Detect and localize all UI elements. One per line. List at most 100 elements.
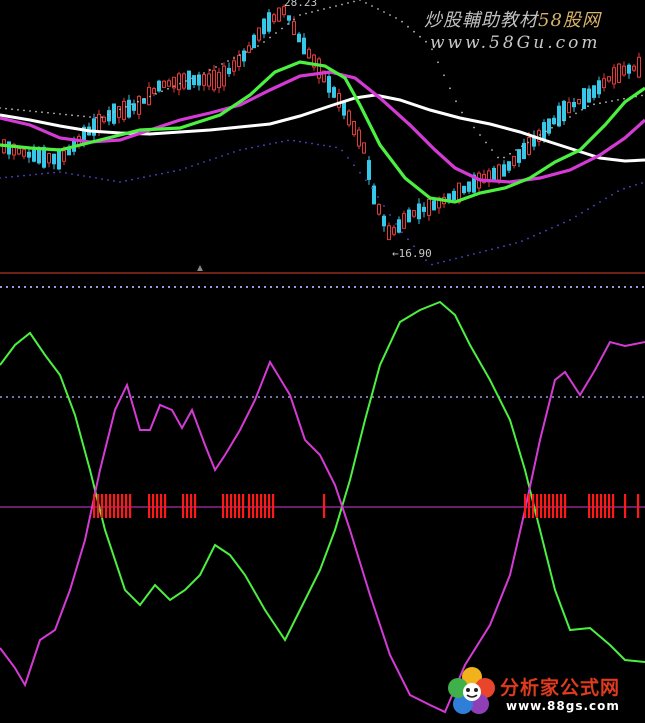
envelope-dot: [239, 149, 241, 151]
candle-body: [392, 227, 396, 235]
envelope-dot: [593, 103, 595, 106]
envelope-dot: [581, 108, 583, 111]
signal-bar: [93, 494, 96, 518]
envelope-dot: [365, 2, 367, 4]
signal-bar: [238, 494, 241, 518]
envelope-dot: [305, 141, 307, 144]
candle-body: [217, 71, 221, 89]
candle-body: [552, 117, 556, 125]
envelope-dot: [53, 171, 55, 174]
envelope-dot: [389, 14, 391, 16]
envelope-dot: [257, 45, 259, 47]
envelope-dot: [557, 224, 559, 227]
envelope-dot: [179, 169, 181, 171]
candle-body: [232, 60, 236, 72]
signal-bar: [156, 494, 159, 518]
envelope-dot: [569, 116, 571, 118]
candle-body: [122, 100, 126, 120]
candle-body: [112, 103, 116, 124]
envelope-dot: [581, 211, 583, 214]
envelope-dot: [221, 63, 223, 65]
envelope-dot: [299, 140, 301, 143]
envelope-dot: [401, 20, 403, 23]
signal-bar: [624, 494, 627, 518]
signal-bar: [560, 494, 563, 518]
envelope-dot: [449, 259, 451, 261]
envelope-dot: [65, 172, 67, 174]
envelope-dot: [197, 163, 199, 165]
signal-bar: [230, 494, 233, 518]
envelope-dot: [479, 251, 481, 254]
envelope-dot: [185, 80, 187, 82]
candle-body: [517, 149, 521, 163]
candle-body: [227, 67, 231, 75]
envelope-dot: [551, 227, 553, 229]
signal-bar: [248, 494, 251, 518]
envelope-dot: [83, 115, 85, 118]
envelope-dot: [71, 173, 73, 175]
candle-body: [352, 121, 356, 136]
signal-bar: [109, 494, 112, 518]
signal-bar: [101, 494, 104, 518]
envelope-dot: [59, 113, 61, 115]
envelope-dot: [137, 177, 139, 180]
envelope-dot: [521, 145, 523, 148]
candle-body: [152, 88, 156, 94]
envelope-dot: [515, 149, 517, 151]
signal-bar: [129, 494, 132, 518]
envelope-dot: [509, 243, 511, 246]
candle-body: [22, 149, 26, 157]
high-price-label: 28.23: [284, 0, 318, 9]
envelope-dot: [197, 75, 199, 77]
envelope-dot: [119, 181, 121, 183]
candle-body: [167, 80, 171, 87]
candle-body: [37, 149, 41, 164]
envelope-dot: [533, 234, 535, 237]
envelope-dot: [107, 179, 109, 181]
candle-body: [182, 73, 186, 89]
candle-body: [617, 63, 621, 83]
envelope-dot: [35, 173, 37, 176]
signal-bar: [242, 494, 245, 518]
envelope-dot: [89, 116, 91, 118]
candle-body: [637, 56, 641, 78]
candle-body: [417, 203, 421, 220]
signal-bar: [148, 494, 151, 518]
envelope-dot: [617, 190, 619, 193]
signal-bar: [190, 494, 193, 518]
candle-body: [372, 185, 376, 205]
candle-body: [132, 103, 136, 111]
envelope-dot: [539, 232, 541, 235]
envelope-dot: [41, 111, 43, 114]
envelope-dot: [191, 165, 193, 167]
site-logo: 分析家公式网 www.88gs.com: [446, 664, 641, 719]
envelope-dot: [119, 108, 121, 111]
envelope-dot: [611, 100, 613, 102]
envelope-dot: [5, 176, 7, 179]
envelope-dot: [125, 179, 127, 182]
envelope-dot: [515, 242, 517, 244]
envelope-dot: [41, 172, 43, 175]
envelope-dot: [623, 97, 625, 100]
envelope-dot: [593, 204, 595, 207]
envelope-dot: [461, 111, 463, 114]
envelope-dot: [635, 184, 637, 186]
signal-bar: [552, 494, 555, 518]
envelope-dot: [71, 114, 73, 117]
candle-body: [567, 101, 571, 114]
envelope-dot: [209, 159, 211, 161]
candle-body: [187, 70, 191, 90]
envelope-dot: [371, 187, 373, 189]
signal-bar: [556, 494, 559, 518]
candle-body: [342, 101, 346, 116]
envelope-dot: [485, 141, 487, 144]
envelope-dot: [377, 8, 379, 10]
signal-bar: [272, 494, 275, 518]
candle-body: [287, 15, 291, 21]
candle-body: [527, 137, 531, 155]
envelope-dot: [239, 54, 241, 56]
envelope-dot: [281, 27, 283, 30]
envelope-dot: [467, 254, 469, 257]
signal-bar: [268, 494, 271, 518]
envelope-dot: [167, 171, 169, 174]
